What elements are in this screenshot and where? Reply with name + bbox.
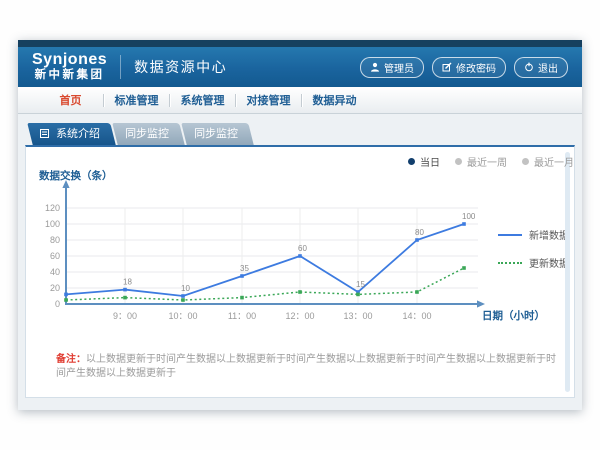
data-point <box>64 298 68 302</box>
x-tick-label: 11：00 <box>228 311 256 321</box>
x-tick-label: 9：00 <box>113 311 137 321</box>
x-axis-title: 日期（小时） <box>482 309 545 322</box>
data-point <box>462 266 466 270</box>
footnote: 备注：以上数据更新于时间产生数据以上数据更新于时间产生数据以上数据更新于时间产生… <box>56 353 561 381</box>
content-area: 系统介绍 同步监控 同步监控 当日 最近一周 <box>18 114 582 410</box>
header-actions: 管理员 修改密码 退出 <box>360 57 568 78</box>
user-icon <box>370 62 380 72</box>
chart-panel: 当日 最近一周 最近一月 0 20 40 60 80 100 120 9：00 10：00 11：… <box>25 145 575 398</box>
footnote-prefix: 备注： <box>56 354 86 365</box>
x-tick-label: 13：00 <box>343 311 372 321</box>
range-filter: 当日 最近一周 最近一月 <box>408 154 574 169</box>
tab-label: 系统介绍 <box>56 128 100 140</box>
chart-legend: 新增数据 更新数据 <box>498 227 569 270</box>
nav-item-interface-management[interactable]: 对接管理 <box>236 92 301 108</box>
app-window: Synjones 新中新集团 数据资源中心 管理员 修改密码 退出 首页 标准管… <box>18 40 582 410</box>
data-point-label: 18 <box>123 278 132 287</box>
nav-item-data-change[interactable]: 数据异动 <box>302 92 367 108</box>
nav-item-system-management[interactable]: 系统管理 <box>170 92 235 108</box>
tab-system-intro[interactable]: 系统介绍 <box>30 123 113 145</box>
data-point <box>356 293 360 297</box>
data-point <box>123 296 127 300</box>
logo-text-en: Synjones <box>32 52 107 68</box>
legend-label: 新增数据 <box>529 227 569 242</box>
x-axis-arrow-icon <box>477 300 485 307</box>
tab-label: 同步监控 <box>194 128 238 140</box>
nav-item-home[interactable]: 首页 <box>38 92 103 108</box>
change-password-button[interactable]: 修改密码 <box>432 57 506 78</box>
synjones-logo: Synjones 新中新集团 <box>32 52 107 82</box>
nav-item-standard-management[interactable]: 标准管理 <box>104 92 169 108</box>
logout-label: 退出 <box>538 60 558 75</box>
data-point <box>240 296 244 300</box>
x-tick-label: 12：00 <box>285 311 314 321</box>
data-point <box>181 298 185 302</box>
data-point <box>64 293 68 297</box>
y-tick-label: 20 <box>50 283 60 293</box>
y-tick-label: 40 <box>50 267 60 277</box>
data-point <box>181 294 185 298</box>
range-option-last-week[interactable]: 最近一周 <box>455 154 507 169</box>
power-icon <box>524 62 534 72</box>
range-option-today[interactable]: 当日 <box>408 154 440 169</box>
data-point-label: 80 <box>415 228 424 237</box>
dotted-line-icon <box>498 262 522 264</box>
y-tick-label: 100 <box>45 219 60 229</box>
form-icon <box>40 124 49 146</box>
change-password-label: 修改密码 <box>456 60 496 75</box>
legend-item-updated-data[interactable]: 更新数据 <box>498 255 569 270</box>
legend-item-new-data[interactable]: 新增数据 <box>498 227 569 242</box>
data-point-label: 100 <box>462 212 476 221</box>
x-tick-label: 10：00 <box>168 311 197 321</box>
range-option-label: 最近一周 <box>467 154 507 169</box>
data-point <box>415 238 419 242</box>
admin-user-label: 管理员 <box>384 60 414 75</box>
panel-scrollbar[interactable] <box>565 152 570 392</box>
data-point-label: 60 <box>298 244 307 253</box>
y-tick-label: 80 <box>50 235 60 245</box>
data-point <box>298 254 302 258</box>
line-chart: 0 20 40 60 80 100 120 9：00 10：00 11：00 12：00 13：00 1… <box>26 147 575 347</box>
y-tick-label: 120 <box>45 203 60 213</box>
data-point <box>462 222 466 226</box>
header-divider <box>120 55 121 79</box>
data-point <box>240 274 244 278</box>
tab-label: 同步监控 <box>125 128 169 140</box>
y-tick-label: 60 <box>50 251 60 261</box>
data-point-label: 15 <box>356 280 365 289</box>
solid-line-icon <box>498 234 522 236</box>
logo-text-cn: 新中新集团 <box>35 70 105 82</box>
radio-dot-icon <box>408 158 415 165</box>
tab-sync-monitor-1[interactable]: 同步监控 <box>115 123 182 145</box>
x-tick-label: 14：00 <box>402 311 431 321</box>
admin-user-button[interactable]: 管理员 <box>360 57 424 78</box>
radio-dot-icon <box>455 158 462 165</box>
logout-button[interactable]: 退出 <box>514 57 568 78</box>
data-point <box>298 290 302 294</box>
range-option-label: 当日 <box>420 154 440 169</box>
radio-dot-icon <box>522 158 529 165</box>
main-nav: 首页 标准管理 系统管理 对接管理 数据异动 <box>18 87 582 114</box>
window-top-strip <box>18 40 582 47</box>
tab-sync-monitor-2[interactable]: 同步监控 <box>184 123 251 145</box>
page-title: 数据资源中心 <box>134 57 227 77</box>
data-point <box>415 290 419 294</box>
y-tick-label: 0 <box>55 299 60 309</box>
y-axis-title: 数据交换（条） <box>38 169 113 182</box>
range-option-label: 最近一月 <box>534 154 574 169</box>
data-point <box>123 288 127 292</box>
legend-label: 更新数据 <box>529 255 569 270</box>
data-point-label: 10 <box>181 284 190 293</box>
range-option-last-month[interactable]: 最近一月 <box>522 154 574 169</box>
data-point-label: 35 <box>240 264 249 273</box>
footnote-text: 以上数据更新于时间产生数据以上数据更新于时间产生数据以上数据更新于时间产生数据以… <box>56 354 556 379</box>
tab-bar: 系统介绍 同步监控 同步监控 <box>30 123 582 145</box>
app-header: Synjones 新中新集团 数据资源中心 管理员 修改密码 退出 <box>18 47 582 87</box>
edit-icon <box>442 62 452 72</box>
